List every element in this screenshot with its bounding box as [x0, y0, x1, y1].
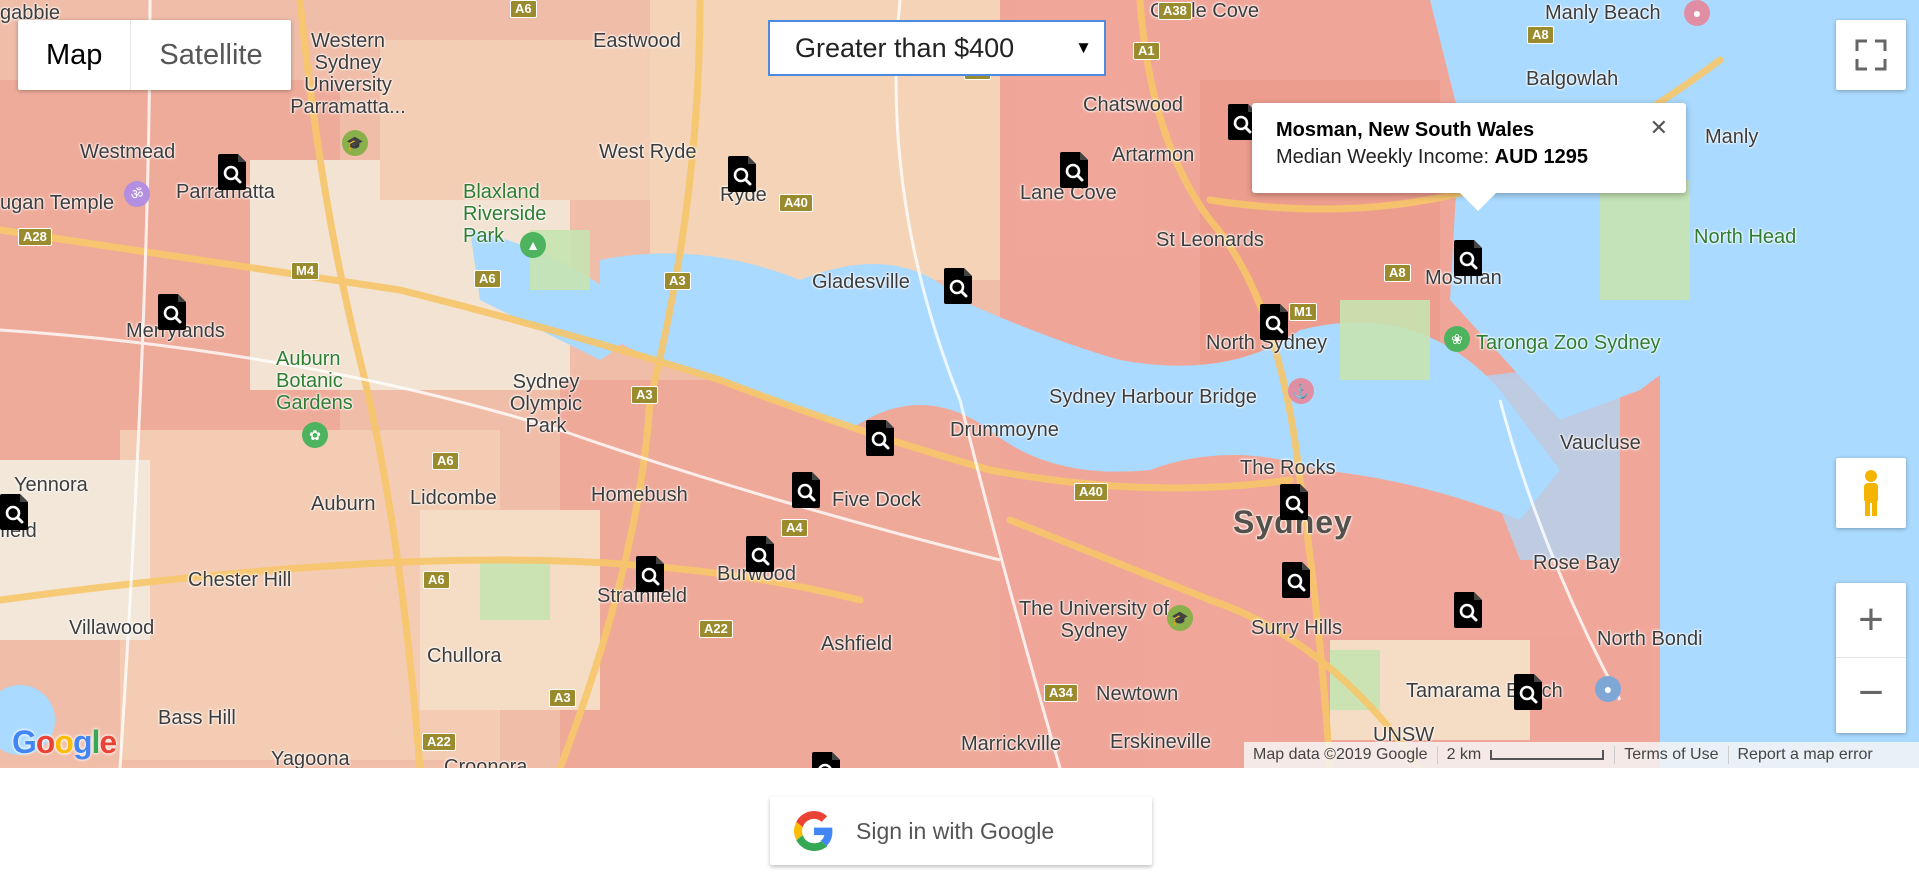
university-poi-icon[interactable]: 🎓: [1167, 605, 1193, 631]
road-shield: A34: [1044, 684, 1078, 702]
fullscreen-button[interactable]: [1836, 20, 1906, 90]
map-canvas[interactable]: gabbie Western Sydney University Parrama…: [0, 0, 1919, 768]
income-label: Median Weekly Income:: [1276, 146, 1490, 168]
search-marker-icon[interactable]: [158, 294, 188, 330]
google-g-icon: [794, 811, 833, 851]
info-window-title: Mosman, New South Wales: [1276, 119, 1535, 141]
road-shield: A22: [699, 620, 733, 638]
road-shield: A6: [510, 0, 537, 18]
search-marker-icon[interactable]: [746, 536, 776, 572]
info-window: Mosman, New South Wales Median Weekly In…: [1252, 103, 1686, 211]
map-type-map-button[interactable]: Map: [18, 20, 132, 90]
map-data-text: Map data ©2019 Google: [1253, 746, 1428, 763]
plus-icon: +: [1858, 595, 1884, 644]
info-window-income: Median Weekly Income: AUD 1295: [1276, 146, 1662, 169]
search-marker-icon[interactable]: [1260, 304, 1290, 340]
search-marker-icon[interactable]: [1514, 674, 1544, 710]
google-logo: Google: [12, 724, 117, 760]
report-error-link[interactable]: Report a map error: [1729, 746, 1882, 764]
road-shield: A8: [1384, 264, 1411, 282]
road-shield: A8: [1527, 26, 1554, 44]
park-poi-icon[interactable]: ▲: [520, 232, 546, 258]
road-shield: A28: [18, 228, 52, 246]
road-shield: A22: [422, 733, 456, 751]
map-type-satellite-button[interactable]: Satellite: [131, 20, 290, 90]
fullscreen-icon: [1855, 39, 1887, 71]
road-shield: A38: [1158, 2, 1192, 20]
search-marker-icon[interactable]: [0, 494, 30, 530]
road-shield: A40: [779, 194, 813, 212]
scale-label[interactable]: 2 km: [1438, 746, 1491, 764]
temple-poi-icon[interactable]: ॐ: [124, 181, 150, 207]
road-shield: M1: [1289, 303, 1318, 321]
landmark-poi-icon[interactable]: ⚓: [1288, 378, 1314, 404]
garden-poi-icon[interactable]: ✿: [302, 422, 328, 448]
search-marker-icon[interactable]: [728, 156, 758, 192]
road-shield: A3: [664, 272, 691, 290]
income-filter-select[interactable]: Greater than $400 ▼: [768, 20, 1106, 76]
terms-link[interactable]: Terms of Use: [1615, 746, 1727, 764]
search-marker-icon[interactable]: [792, 472, 822, 508]
street-view-pegman-button[interactable]: [1836, 458, 1906, 528]
search-marker-icon[interactable]: [1282, 562, 1312, 598]
map-type-control: Map Satellite: [18, 20, 291, 90]
place-poi-icon[interactable]: ●: [1684, 0, 1710, 26]
income-value: AUD 1295: [1494, 146, 1589, 168]
search-marker-icon[interactable]: [1060, 152, 1090, 188]
minus-icon: −: [1858, 668, 1884, 717]
dropdown-caret-icon: ▼: [1075, 38, 1092, 57]
road-shield: A4: [781, 519, 808, 537]
search-marker-icon[interactable]: [1454, 240, 1484, 276]
university-poi-icon[interactable]: 🎓: [342, 130, 368, 156]
search-marker-icon[interactable]: [812, 752, 842, 768]
zoo-poi-icon[interactable]: ❀: [1444, 326, 1470, 352]
search-marker-icon[interactable]: [218, 154, 248, 190]
info-window-tail: [1460, 193, 1496, 211]
sign-in-label: Sign in with Google: [856, 817, 1055, 844]
road-shield: A3: [631, 386, 658, 404]
close-icon[interactable]: ✕: [1650, 115, 1668, 141]
road-shield: A6: [432, 452, 459, 470]
search-marker-icon[interactable]: [1280, 484, 1310, 520]
pegman-icon: [1864, 470, 1878, 516]
zoom-out-button[interactable]: −: [1836, 658, 1906, 732]
road-shield: A6: [474, 270, 501, 288]
road-shield: A3: [549, 689, 576, 707]
search-marker-icon[interactable]: [1454, 592, 1484, 628]
filter-selected-value: Greater than $400: [795, 33, 1015, 63]
search-marker-icon[interactable]: [944, 268, 974, 304]
map-attribution-bar: Map data ©2019 Google 2 km Terms of Use …: [1244, 742, 1919, 768]
road-shield: A40: [1074, 483, 1108, 501]
sign-in-with-google-button[interactable]: Sign in with Google: [770, 797, 1152, 865]
scale-bar: [1490, 750, 1605, 760]
beach-poi-icon[interactable]: ●: [1595, 676, 1621, 702]
search-marker-icon[interactable]: [866, 420, 896, 456]
search-marker-icon[interactable]: [636, 556, 666, 592]
road-shield: A6: [423, 571, 450, 589]
road-shield: M4: [291, 262, 320, 280]
zoom-control: + −: [1836, 583, 1906, 733]
road-shield: A1: [1133, 42, 1160, 60]
zoom-in-button[interactable]: +: [1836, 583, 1906, 658]
